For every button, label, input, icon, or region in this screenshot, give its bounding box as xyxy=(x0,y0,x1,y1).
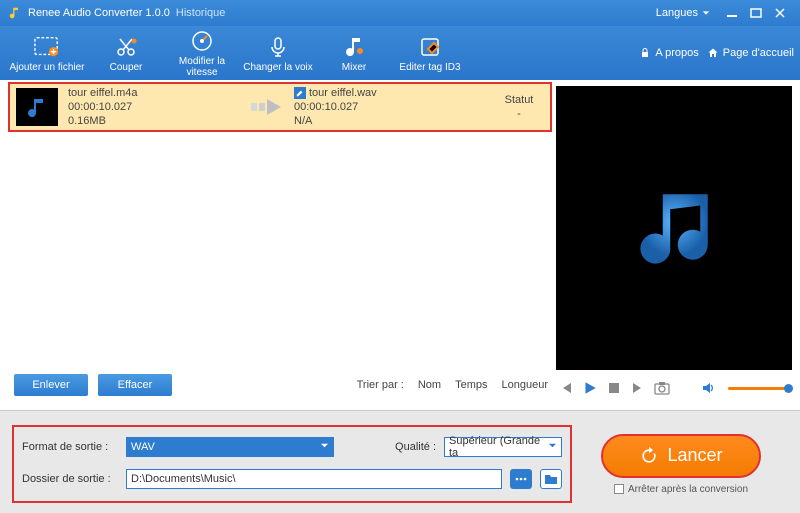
dest-filename: tour eiffel.wav xyxy=(309,87,377,100)
chevron-down-icon xyxy=(320,441,329,453)
dest-size: N/A xyxy=(294,115,444,128)
file-list: tour eiffel.m4a 00:00:10.027 0.16MB tour… xyxy=(0,80,556,410)
sort-by-time[interactable]: Temps xyxy=(455,379,487,391)
play-button[interactable] xyxy=(582,380,598,396)
arrow-icon xyxy=(248,97,294,117)
browse-folder-button[interactable] xyxy=(540,469,562,489)
sort-label: Trier par : xyxy=(357,379,404,391)
status-header: Statut xyxy=(494,94,544,107)
launch-button[interactable]: Lancer xyxy=(601,434,761,478)
stop-button[interactable] xyxy=(606,380,622,396)
snapshot-button[interactable] xyxy=(654,380,670,396)
edit-icon[interactable] xyxy=(294,87,306,99)
chevron-down-icon xyxy=(548,441,557,453)
output-settings: Format de sortie : WAV Qualité : Supérie… xyxy=(12,425,572,503)
maximize-button[interactable] xyxy=(744,4,768,22)
source-duration: 00:00:10.027 xyxy=(68,101,248,114)
clear-button[interactable]: Effacer xyxy=(98,374,172,396)
speed-button[interactable]: Modifier la vitesse xyxy=(164,28,240,78)
checkbox-icon xyxy=(614,484,624,494)
voice-button[interactable]: Changer la voix xyxy=(240,34,316,73)
home-icon xyxy=(707,47,719,59)
folder-label: Dossier de sortie : xyxy=(22,473,118,485)
file-row[interactable]: tour eiffel.m4a 00:00:10.027 0.16MB tour… xyxy=(8,82,552,132)
preview-controls xyxy=(556,370,792,400)
dest-duration: 00:00:10.027 xyxy=(294,101,444,114)
source-filename: tour eiffel.m4a xyxy=(68,87,248,100)
app-title: Renee Audio Converter 1.0.0 xyxy=(28,7,170,19)
home-link[interactable]: Page d'accueil xyxy=(707,47,794,59)
prev-button[interactable] xyxy=(558,380,574,396)
next-button[interactable] xyxy=(630,380,646,396)
music-note-icon xyxy=(629,183,719,273)
about-link[interactable]: A propos xyxy=(639,47,698,59)
volume-slider[interactable] xyxy=(728,387,790,390)
chevron-down-icon xyxy=(702,9,710,17)
remove-button[interactable]: Enlever xyxy=(14,374,88,396)
format-label: Format de sortie : xyxy=(22,441,118,453)
history-label[interactable]: Historique xyxy=(176,7,226,19)
lock-icon xyxy=(639,47,651,59)
main-toolbar: Ajouter un fichier Couper Modifier la vi… xyxy=(0,26,800,80)
source-size: 0.16MB xyxy=(68,115,248,128)
preview-pane xyxy=(556,86,792,370)
mixer-icon xyxy=(341,34,367,60)
app-logo-icon xyxy=(8,6,22,20)
sort-by-name[interactable]: Nom xyxy=(418,379,441,391)
quality-label: Qualité : xyxy=(395,441,436,453)
add-file-icon xyxy=(34,34,60,60)
sort-by-length[interactable]: Longueur xyxy=(502,379,549,391)
format-dropdown[interactable]: WAV xyxy=(126,437,334,457)
refresh-icon xyxy=(639,446,659,466)
language-dropdown[interactable]: Langues xyxy=(656,7,710,19)
microphone-icon xyxy=(265,34,291,60)
output-folder-input[interactable]: D:\Documents\Music\ xyxy=(126,469,502,489)
file-thumbnail xyxy=(16,88,58,126)
mixer-button[interactable]: Mixer xyxy=(316,34,392,73)
scissors-icon xyxy=(113,34,139,60)
quality-dropdown[interactable]: Supérieur (Grande ta xyxy=(444,437,562,457)
gauge-icon xyxy=(189,28,215,54)
title-bar: Renee Audio Converter 1.0.0 Historique L… xyxy=(0,0,800,26)
status-value: - xyxy=(494,108,544,121)
close-button[interactable] xyxy=(768,4,792,22)
tag-icon xyxy=(417,34,443,60)
stop-after-checkbox[interactable]: Arrêter après la conversion xyxy=(614,484,748,495)
id3-button[interactable]: Editer tag ID3 xyxy=(392,34,468,73)
more-button[interactable] xyxy=(510,469,532,489)
volume-icon[interactable] xyxy=(700,380,716,396)
add-file-button[interactable]: Ajouter un fichier xyxy=(6,34,88,73)
minimize-button[interactable] xyxy=(720,4,744,22)
cut-button[interactable]: Couper xyxy=(88,34,164,73)
